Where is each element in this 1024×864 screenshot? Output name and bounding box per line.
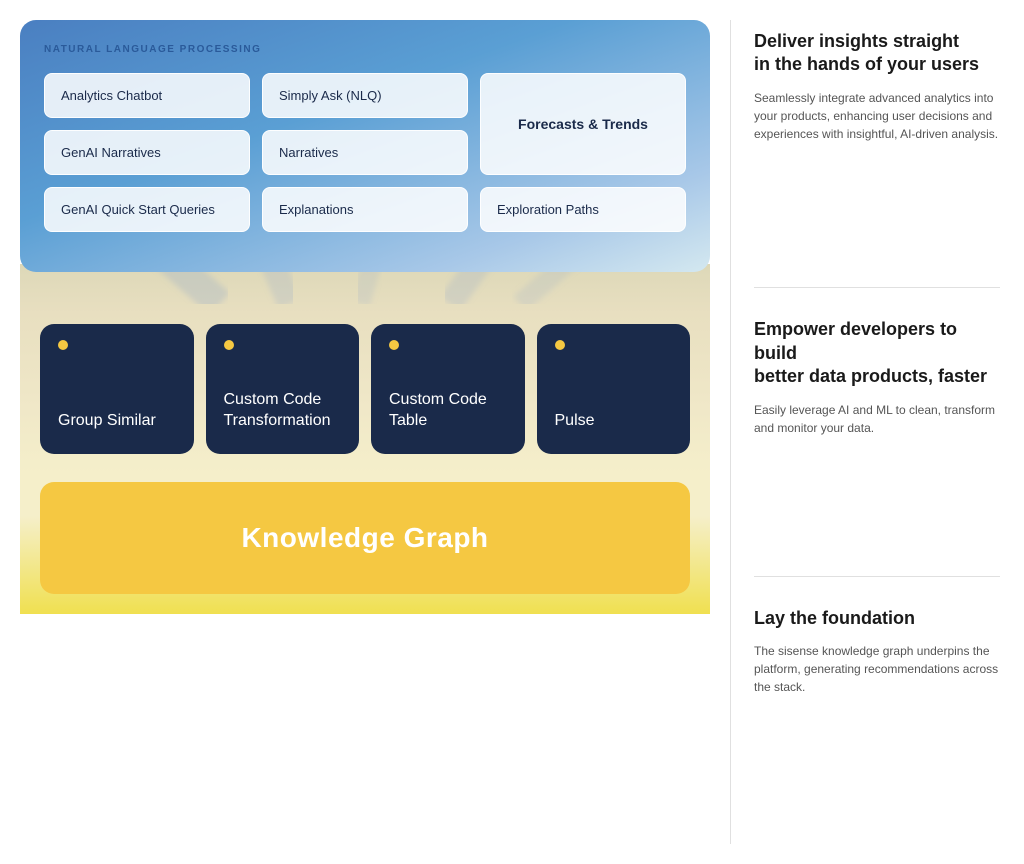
dot-custom-code-transformation [224, 340, 234, 350]
nlp-card-genai-narratives[interactable]: GenAI Narratives [44, 130, 250, 175]
dot-group-similar [58, 340, 68, 350]
deliver-insights-heading: Deliver insights straightin the hands of… [754, 30, 1000, 77]
empower-developers-body: Easily leverage AI and ML to clean, tran… [754, 401, 1000, 437]
nlp-section: NATURAL LANGUAGE PROCESSING Analytics Ch… [20, 20, 710, 272]
dark-card-pulse[interactable]: Pulse [537, 324, 691, 454]
nlp-card-genai-quick-start[interactable]: GenAI Quick Start Queries [44, 187, 250, 232]
nlp-grid: Analytics Chatbot Simply Ask (NLQ) Forec… [44, 73, 686, 232]
nlp-card-exploration-paths[interactable]: Exploration Paths [480, 187, 686, 232]
dark-card-custom-code-transformation[interactable]: Custom Code Transformation [206, 324, 360, 454]
right-panel: Deliver insights straightin the hands of… [730, 0, 1024, 864]
vertical-divider [730, 20, 731, 844]
nlp-card-analytics-chatbot[interactable]: Analytics Chatbot [44, 73, 250, 118]
lay-foundation-body: The sisense knowledge graph underpins th… [754, 642, 1000, 696]
right-section-lay-foundation: Lay the foundation The sisense knowledge… [754, 607, 1000, 834]
deliver-insights-body: Seamlessly integrate advanced analytics … [754, 89, 1000, 143]
cards-section: Group Similar Custom Code Transformation… [20, 314, 710, 474]
nlp-card-forecasts-trends[interactable]: Forecasts & Trends [480, 73, 686, 175]
knowledge-graph-section: Knowledge Graph [20, 474, 710, 614]
dark-card-custom-code-table[interactable]: Custom Code Table [371, 324, 525, 454]
dot-pulse [555, 340, 565, 350]
nlp-card-explanations[interactable]: Explanations [262, 187, 468, 232]
nlp-label: NATURAL LANGUAGE PROCESSING [44, 44, 686, 55]
right-section-empower-developers: Empower developers to buildbetter data p… [754, 318, 1000, 576]
nlp-card-narratives[interactable]: Narratives [262, 130, 468, 175]
left-panel: NATURAL LANGUAGE PROCESSING Analytics Ch… [0, 0, 730, 864]
knowledge-graph-box[interactable]: Knowledge Graph [40, 482, 690, 594]
dark-cards-row: Group Similar Custom Code Transformation… [40, 324, 690, 454]
lay-foundation-heading: Lay the foundation [754, 607, 1000, 630]
empower-developers-heading: Empower developers to buildbetter data p… [754, 318, 1000, 388]
right-section-deliver-insights: Deliver insights straightin the hands of… [754, 30, 1000, 288]
dark-card-group-similar[interactable]: Group Similar [40, 324, 194, 454]
nlp-card-simply-ask[interactable]: Simply Ask (NLQ) [262, 73, 468, 118]
knowledge-graph-label: Knowledge Graph [60, 522, 670, 554]
dot-custom-code-table [389, 340, 399, 350]
